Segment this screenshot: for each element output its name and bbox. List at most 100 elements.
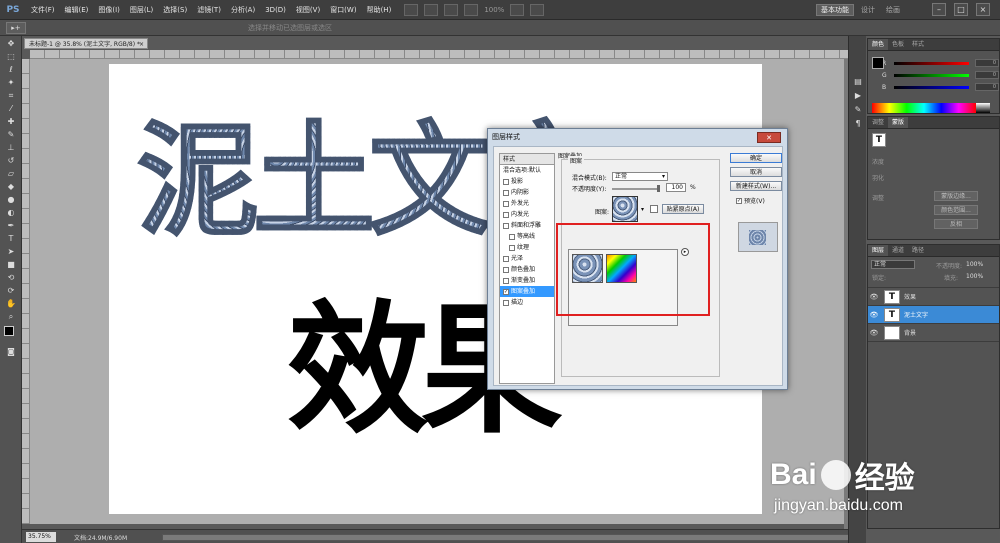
3d-orbit-icon[interactable]: ⟳ (4, 285, 18, 296)
opacity-slider-knob[interactable] (657, 185, 660, 192)
status-doc-size[interactable]: 文档:24.9M/6.90M (74, 533, 127, 542)
horizontal-scrollbar[interactable] (162, 534, 852, 541)
new-preset-icon[interactable] (650, 205, 658, 213)
document-tab[interactable]: 未标题-1 @ 35.8% (泥土文字, RGB/8) * × (24, 38, 148, 49)
maximize-button[interactable]: □ (954, 3, 968, 16)
brush-panel-icon[interactable]: ✎ (851, 104, 865, 115)
menu-file[interactable]: 文件(F) (26, 0, 60, 20)
blur-icon[interactable]: ● (4, 194, 18, 205)
snap-to-origin-button[interactable]: 贴紧原点(A) (662, 204, 704, 214)
tab-color[interactable]: 颜色 (868, 39, 889, 50)
style-item[interactable]: ✓ 图案叠加 (500, 286, 554, 297)
tab-styles[interactable]: 样式 (908, 39, 928, 50)
style-item[interactable]: 光泽 (500, 253, 554, 264)
color-swatches[interactable] (0, 326, 21, 344)
workspace-design-link[interactable]: 设计 (861, 5, 875, 15)
tab-swatches[interactable]: 色板 (888, 39, 908, 50)
screen-mode-icon[interactable] (510, 3, 525, 16)
cancel-button[interactable]: 取消 (730, 167, 782, 177)
blend-mode-select[interactable]: 正常 (612, 172, 668, 181)
gray-ramp[interactable] (976, 103, 990, 113)
3d-rotate-icon[interactable]: ⟲ (4, 272, 18, 283)
foreground-color[interactable] (4, 326, 14, 336)
eraser-icon[interactable]: ▱ (4, 168, 18, 179)
style-checkbox[interactable] (509, 233, 515, 240)
brush-icon[interactable]: ✎ (4, 129, 18, 140)
visibility-eye-icon[interactable]: 👁 (868, 329, 880, 337)
slider-blue[interactable]: B 0 (868, 81, 999, 93)
opacity-slider[interactable] (612, 185, 660, 192)
menu-analysis[interactable]: 分析(A) (226, 0, 260, 20)
menu-image[interactable]: 图像(I) (93, 0, 125, 20)
dodge-icon[interactable]: ◐ (4, 207, 18, 218)
tool-preset-picker[interactable]: ▸+ (6, 22, 26, 34)
slider-green[interactable]: G 0 (868, 69, 999, 81)
marquee-icon[interactable]: ⬚ (4, 51, 18, 62)
layer-name[interactable]: 泥土文字 (904, 310, 928, 319)
stamp-icon[interactable]: ⊥ (4, 142, 18, 153)
styles-header[interactable]: 样式 (500, 154, 554, 165)
style-item[interactable]: 外发光 (500, 198, 554, 209)
layer-row[interactable]: 👁 T 泥土文字 (868, 306, 999, 324)
zoom-tool-icon[interactable] (464, 3, 479, 16)
eyedropper-icon[interactable]: ⁄ (4, 103, 18, 114)
menu-select[interactable]: 选择(S) (158, 0, 192, 20)
shape-icon[interactable]: ■ (4, 259, 18, 270)
hand-icon[interactable]: ✋ (4, 298, 18, 309)
style-checkbox[interactable] (503, 211, 509, 218)
workspace-essentials-button[interactable]: 基本功能 (816, 4, 854, 16)
bridge-icon[interactable] (404, 3, 419, 16)
dialog-close-button[interactable]: ✕ (757, 132, 781, 143)
history-brush-icon[interactable]: ↺ (4, 155, 18, 166)
history-panel-icon[interactable]: ▤ (851, 76, 865, 87)
minibridge-icon[interactable] (424, 3, 439, 16)
style-item[interactable]: 内阴影 (500, 187, 554, 198)
menu-help[interactable]: 帮助(H) (362, 0, 397, 20)
actions-panel-icon[interactable]: ▶ (851, 90, 865, 101)
layer-name[interactable]: 效果 (904, 292, 916, 301)
close-document-icon[interactable]: × (139, 39, 144, 50)
style-checkbox[interactable] (503, 266, 509, 273)
color-range-button[interactable]: 颜色范围... (934, 205, 978, 215)
zoom-icon[interactable]: ⌕ (4, 311, 18, 322)
style-checkbox[interactable] (503, 222, 509, 229)
workspace-painting-link[interactable]: 绘画 (886, 5, 900, 15)
new-style-button[interactable]: 新建样式(W)... (730, 181, 782, 191)
pattern-swatch[interactable] (612, 196, 638, 222)
crop-icon[interactable]: ⌗ (4, 90, 18, 101)
fill-value[interactable]: 100% (966, 273, 983, 280)
style-checkbox[interactable] (503, 200, 509, 207)
style-item[interactable]: 混合选项:默认 (500, 165, 554, 176)
style-checkbox[interactable] (503, 255, 509, 262)
slider-red[interactable]: R 0 (868, 57, 999, 69)
menu-3d[interactable]: 3D(D) (260, 0, 291, 20)
style-checkbox[interactable]: ✓ (503, 288, 509, 295)
visibility-eye-icon[interactable]: 👁 (868, 311, 880, 319)
style-checkbox[interactable] (509, 244, 515, 251)
layer-row[interactable]: 👁 背景 (868, 324, 999, 342)
move-icon[interactable]: ✥ (4, 38, 18, 49)
preview-checkbox[interactable]: ✓ 预览(V) (736, 196, 765, 205)
style-item[interactable]: 斜面和浮雕 (500, 220, 554, 231)
tab-masks[interactable]: 蒙版 (888, 117, 909, 128)
menu-window[interactable]: 窗口(W) (325, 0, 361, 20)
minimize-button[interactable]: – (932, 3, 946, 16)
tab-layers[interactable]: 图层 (868, 245, 889, 256)
zoom-level[interactable]: 100% (484, 6, 504, 14)
ok-button[interactable]: 确定 (730, 153, 782, 163)
menu-view[interactable]: 视图(V) (291, 0, 325, 20)
style-checkbox[interactable] (503, 189, 509, 196)
wand-icon[interactable]: ✦ (4, 77, 18, 88)
close-app-button[interactable]: × (976, 3, 990, 16)
tab-adjustments[interactable]: 调整 (868, 117, 888, 128)
pen-icon[interactable]: ✒ (4, 220, 18, 231)
style-item[interactable]: 内发光 (500, 209, 554, 220)
menu-edit[interactable]: 编辑(E) (60, 0, 94, 20)
lasso-icon[interactable]: ℓ (4, 64, 18, 75)
menu-layer[interactable]: 图层(L) (125, 0, 158, 20)
opacity-input[interactable]: 100 (666, 183, 686, 192)
layer-opacity-value[interactable]: 100% (966, 261, 983, 268)
preview-check-box[interactable]: ✓ (736, 197, 742, 204)
invert-button[interactable]: 反相 (934, 219, 978, 229)
mask-edge-button[interactable]: 蒙版边缘... (934, 191, 978, 201)
